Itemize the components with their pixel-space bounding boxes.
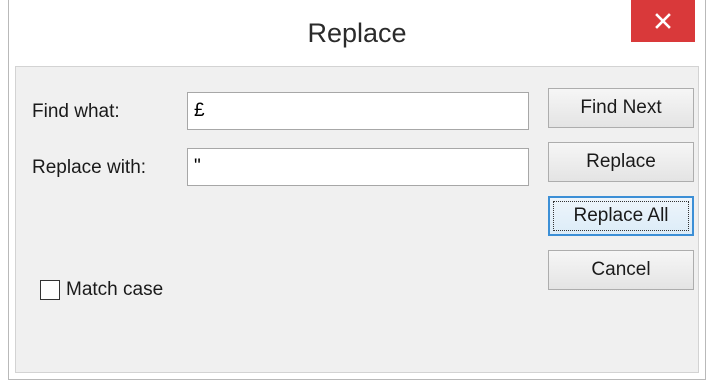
match-case-label: Match case [66, 279, 164, 300]
replace-with-input[interactable] [187, 148, 529, 186]
find-what-label: Find what: [32, 101, 120, 122]
find-what-input[interactable] [187, 92, 529, 130]
replace-all-button[interactable]: Replace All [548, 196, 694, 236]
cancel-button[interactable]: Cancel [548, 250, 694, 290]
replace-dialog: Replace Find what: Replace with: Find Ne… [8, 0, 706, 380]
match-case-option[interactable]: Match case [40, 279, 163, 301]
close-icon [655, 13, 671, 29]
dialog-title: Replace [307, 18, 407, 48]
replace-with-label: Replace with: [32, 157, 147, 178]
title-bar[interactable]: Replace [9, 0, 705, 66]
find-next-button[interactable]: Find Next [548, 88, 694, 128]
dialog-body: Find what: Replace with: Find Next Repla… [15, 66, 699, 373]
close-button[interactable] [631, 0, 695, 42]
replace-button[interactable]: Replace [548, 142, 694, 182]
match-case-checkbox[interactable] [40, 280, 60, 300]
focus-ring [553, 201, 689, 231]
